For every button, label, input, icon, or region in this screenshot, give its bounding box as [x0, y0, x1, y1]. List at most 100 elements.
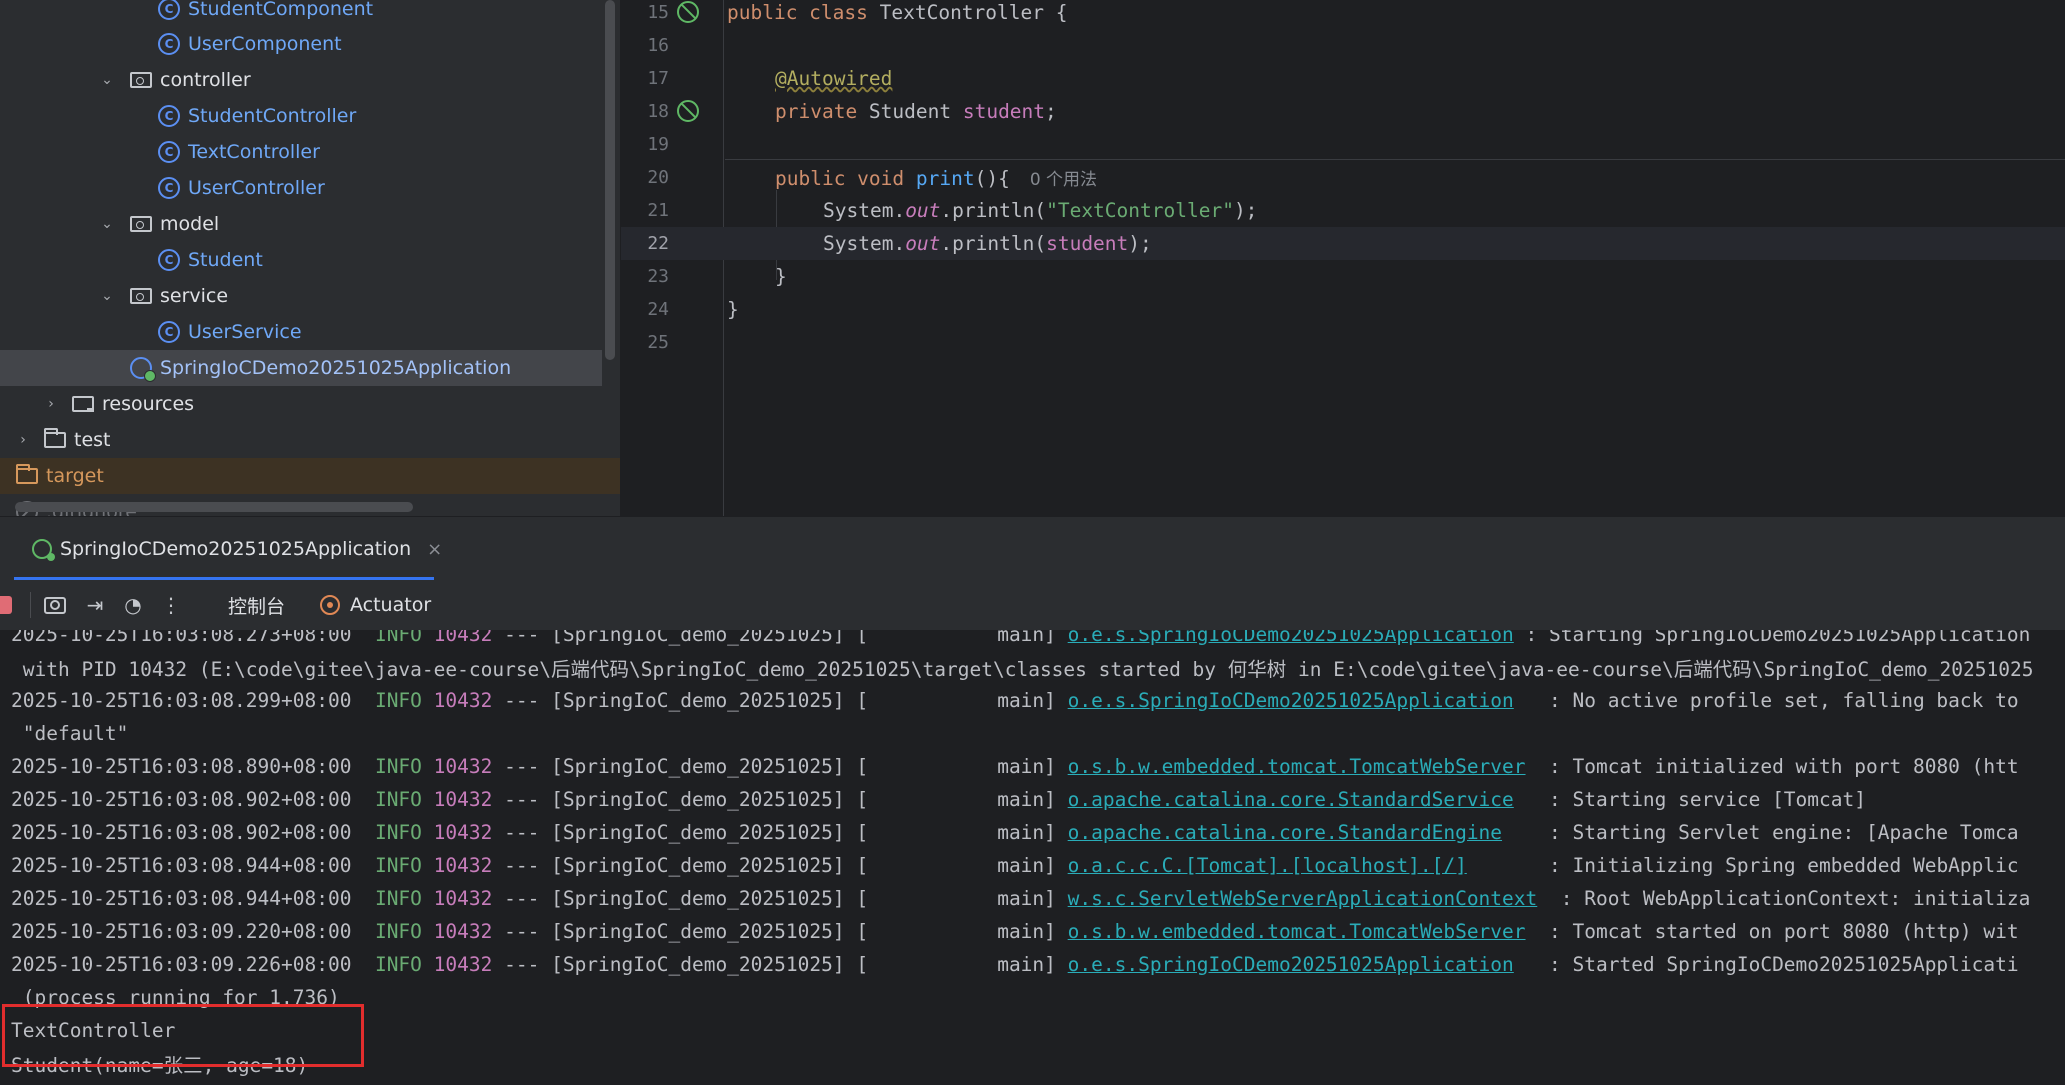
tree-item-application[interactable]: SpringIoCDemo20251025Application	[0, 350, 602, 386]
tree-item-usercomponent[interactable]: C UserComponent	[0, 26, 620, 62]
logger-name[interactable]: o.e.s.SpringIoCDemo20251025Application	[1068, 953, 1514, 976]
logger-name[interactable]: o.s.b.w.embedded.tomcat.TomcatWebServer	[1068, 920, 1526, 943]
tree-item-test[interactable]: › test	[0, 422, 620, 458]
process-id: 10432	[433, 953, 493, 976]
process-id: 10432	[433, 755, 493, 778]
code-text: private Student student;	[775, 100, 1057, 123]
spring-boot-run-icon	[32, 539, 55, 561]
chevron-down-icon[interactable]: ⌄	[100, 288, 114, 304]
tree-item-userservice[interactable]: C UserService	[0, 314, 620, 350]
tree-vertical-scrollbar[interactable]	[605, 0, 615, 360]
thread-name: --- [SpringIoC_demo_20251025] [ main]	[504, 953, 1056, 976]
logger-name[interactable]: o.a.c.c.C.[Tomcat].[localhost].[/]	[1068, 854, 1467, 877]
logger-name[interactable]: w.s.c.ServletWebServerApplicationContext	[1068, 887, 1538, 910]
tree-item-textcontroller[interactable]: C TextController	[0, 134, 620, 170]
autowired-gutter-icon[interactable]	[677, 100, 699, 122]
code-line-21[interactable]: 21 System.out.println("TextController");	[621, 194, 2065, 227]
logger-name[interactable]: o.apache.catalina.core.StandardService	[1068, 788, 1514, 811]
console-line: 2025-10-25T16:03:09.220+08:00 INFO 10432…	[11, 915, 2019, 948]
logger-name[interactable]: o.e.s.SpringIoCDemo20251025Application	[1068, 630, 1514, 646]
chevron-right-icon[interactable]: ›	[16, 432, 30, 448]
console-line: "default"	[11, 717, 129, 750]
console-tab[interactable]: 控制台	[228, 590, 285, 620]
package-icon	[130, 216, 152, 232]
exit-icon[interactable]: ⇥	[82, 592, 108, 618]
code-line-20[interactable]: 20 public void print(){0 个用法	[621, 161, 2065, 194]
more-options-icon[interactable]: ⋮	[158, 592, 184, 618]
log-level: INFO	[374, 755, 422, 778]
code-line-17[interactable]: 17 @Autowired	[621, 62, 2065, 95]
class-icon: C	[158, 249, 180, 271]
usages-inlay-hint[interactable]: 0 个用法	[1030, 170, 1097, 190]
tree-item-label: StudentComponent	[188, 0, 374, 20]
code-line-18[interactable]: 18 private Student student;	[621, 95, 2065, 128]
logger-name[interactable]: o.s.b.w.embedded.tomcat.TomcatWebServer	[1068, 755, 1526, 778]
code-line-15[interactable]: 15 public class TextController {	[621, 0, 2065, 29]
tree-horizontal-scrollbar[interactable]	[15, 502, 413, 512]
console-line: 2025-10-25T16:03:08.299+08:00 INFO 10432…	[11, 684, 2019, 717]
actuator-tab-label: Actuator	[350, 594, 432, 616]
log-level: INFO	[374, 953, 422, 976]
tree-item-resources[interactable]: › resources	[0, 386, 620, 422]
log-level: INFO	[374, 920, 422, 943]
tree-item-studentcomponent[interactable]: C StudentComponent	[0, 0, 620, 27]
log-level: INFO	[374, 821, 422, 844]
code-line-22[interactable]: 22 System.out.println(student);	[621, 227, 2065, 260]
console-line: 2025-10-25T16:03:08.902+08:00 INFO 10432…	[11, 783, 1866, 816]
chevron-right-icon[interactable]: ›	[44, 396, 58, 412]
process-id: 10432	[433, 630, 493, 646]
stop-icon[interactable]	[0, 596, 12, 614]
log-message: : Root WebApplicationContext: initializa	[1549, 887, 2031, 910]
console-line: 2025-10-25T16:03:08.944+08:00 INFO 10432…	[11, 849, 2019, 882]
tree-item-label: SpringIoCDemo20251025Application	[160, 357, 512, 379]
run-tab-label: SpringIoCDemo20251025Application	[60, 538, 412, 560]
process-id: 10432	[433, 887, 493, 910]
profiler-icon[interactable]: ◔	[120, 592, 146, 618]
timestamp: 2025-10-25T16:03:08.273+08:00	[11, 630, 352, 646]
tree-item-studentcontroller[interactable]: C StudentController	[0, 98, 620, 134]
tree-item-label: TextController	[188, 141, 320, 163]
project-tree: C StudentComponent C UserComponent ⌄ con…	[0, 0, 620, 516]
tree-item-service[interactable]: ⌄ service	[0, 278, 620, 314]
thread-name: --- [SpringIoC_demo_20251025] [ main]	[504, 920, 1056, 943]
thread-name: --- [SpringIoC_demo_20251025] [ main]	[504, 821, 1056, 844]
tree-item-model[interactable]: ⌄ model	[0, 206, 620, 242]
code-text: System.out.println("TextController");	[823, 199, 1258, 222]
resources-folder-icon	[72, 396, 94, 412]
code-line-16[interactable]: 16	[621, 29, 2065, 62]
spring-bean-gutter-icon[interactable]	[677, 1, 699, 23]
tree-item-usercontroller[interactable]: C UserController	[0, 170, 620, 206]
code-line-19[interactable]: 19	[621, 128, 2065, 161]
code-line-23[interactable]: 23 }	[621, 260, 2065, 293]
tree-item-label: test	[74, 429, 111, 451]
actuator-tab[interactable]: Actuator	[320, 590, 431, 620]
console-line: 2025-10-25T16:03:08.902+08:00 INFO 10432…	[11, 816, 2019, 849]
logger-name[interactable]: o.e.s.SpringIoCDemo20251025Application	[1068, 689, 1514, 712]
thread-name: --- [SpringIoC_demo_20251025] [ main]	[504, 755, 1056, 778]
tree-item-label: resources	[102, 393, 195, 415]
run-config-tab[interactable]: SpringIoCDemo20251025Application ×	[14, 525, 452, 573]
log-message: : Tomcat initialized with port 8080 (htt	[1537, 755, 2019, 778]
tree-item-label: service	[160, 285, 229, 307]
close-icon[interactable]: ×	[427, 539, 442, 560]
tree-item-controller[interactable]: ⌄ controller	[0, 62, 620, 98]
tree-item-target[interactable]: target	[0, 458, 620, 494]
tree-item-student[interactable]: C Student	[0, 242, 620, 278]
tree-item-label: controller	[160, 69, 251, 91]
console-text: "default"	[11, 722, 129, 745]
timestamp: 2025-10-25T16:03:09.220+08:00	[11, 920, 352, 943]
timestamp: 2025-10-25T16:03:08.890+08:00	[11, 755, 352, 778]
logger-name[interactable]: o.apache.catalina.core.StandardEngine	[1068, 821, 1502, 844]
timestamp: 2025-10-25T16:03:08.902+08:00	[11, 788, 352, 811]
code-text: }	[727, 298, 739, 321]
class-icon: C	[158, 0, 180, 20]
code-line-25[interactable]: 25	[621, 326, 2065, 359]
camera-icon[interactable]	[42, 592, 68, 618]
code-line-24[interactable]: 24 }	[621, 293, 2065, 326]
tree-item-label: UserService	[188, 321, 302, 343]
code-editor[interactable]: 15 public class TextController { 16 17 @…	[621, 0, 2065, 516]
chevron-down-icon[interactable]: ⌄	[100, 216, 114, 232]
chevron-down-icon[interactable]: ⌄	[100, 72, 114, 88]
class-icon: C	[158, 141, 180, 163]
class-icon: C	[158, 105, 180, 127]
